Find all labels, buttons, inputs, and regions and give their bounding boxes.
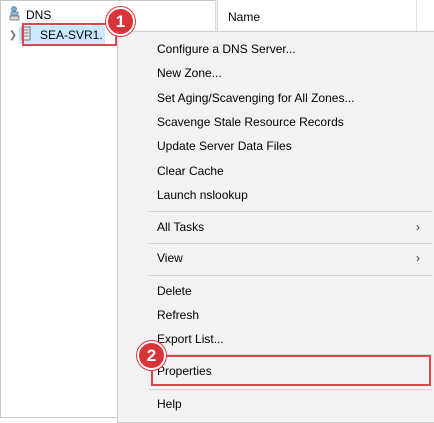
tree-node-dns[interactable]: DNS (9, 6, 51, 24)
menu-item-refresh[interactable]: Refresh (118, 304, 434, 326)
menu-item-label: Help (157, 397, 182, 411)
menu-item-all-tasks[interactable]: All Tasks › (118, 216, 434, 238)
menu-item-view[interactable]: View › (118, 247, 434, 269)
menu-item-update-files[interactable]: Update Server Data Files (118, 135, 434, 157)
callout-highlight-properties (151, 355, 431, 386)
menu-item-configure-dns-server[interactable]: Configure a DNS Server... (118, 38, 434, 60)
menu-item-new-zone[interactable]: New Zone... (118, 62, 434, 84)
chevron-right-icon: › (416, 251, 420, 265)
menu-item-label: Export List... (157, 332, 224, 346)
menu-item-label: Set Aging/Scavenging for All Zones... (157, 91, 355, 105)
menu-item-label: All Tasks (157, 220, 205, 234)
menu-item-label: Launch nslookup (157, 188, 248, 202)
menu-item-help[interactable]: Help (118, 393, 434, 415)
callout-highlight-server (22, 23, 117, 46)
menu-item-label: View (157, 251, 183, 265)
menu-item-label: Refresh (157, 308, 200, 322)
step-badge-2: 2 (137, 341, 166, 370)
menu-separator (148, 211, 432, 212)
column-header-name[interactable]: Name (228, 10, 260, 24)
menu-item-label: Update Server Data Files (157, 139, 292, 153)
column-header-row: Name (218, 0, 434, 34)
step-badge-1: 1 (106, 7, 135, 36)
menu-item-export-list[interactable]: Export List... (118, 328, 434, 350)
tree-node-dns-label: DNS (26, 8, 52, 22)
menu-item-set-aging[interactable]: Set Aging/Scavenging for All Zones... (118, 87, 434, 109)
menu-item-label: Configure a DNS Server... (157, 42, 296, 56)
menu-item-launch-nslookup[interactable]: Launch nslookup (118, 184, 434, 206)
menu-item-label: Delete (157, 284, 192, 298)
menu-item-scavenge[interactable]: Scavenge Stale Resource Records (118, 111, 434, 133)
menu-item-label: New Zone... (157, 66, 222, 80)
menu-separator (148, 389, 432, 390)
menu-item-label: Scavenge Stale Resource Records (157, 115, 344, 129)
menu-item-label: Clear Cache (157, 164, 224, 178)
menu-separator (148, 275, 432, 276)
menu-item-delete[interactable]: Delete (118, 280, 434, 302)
menu-separator (148, 243, 432, 244)
chevron-right-icon: › (416, 220, 420, 234)
chevron-right-icon[interactable]: ❯ (7, 28, 19, 42)
menu-item-clear-cache[interactable]: Clear Cache (118, 160, 434, 182)
dns-server-icon (9, 6, 21, 24)
column-divider[interactable] (416, 0, 417, 34)
